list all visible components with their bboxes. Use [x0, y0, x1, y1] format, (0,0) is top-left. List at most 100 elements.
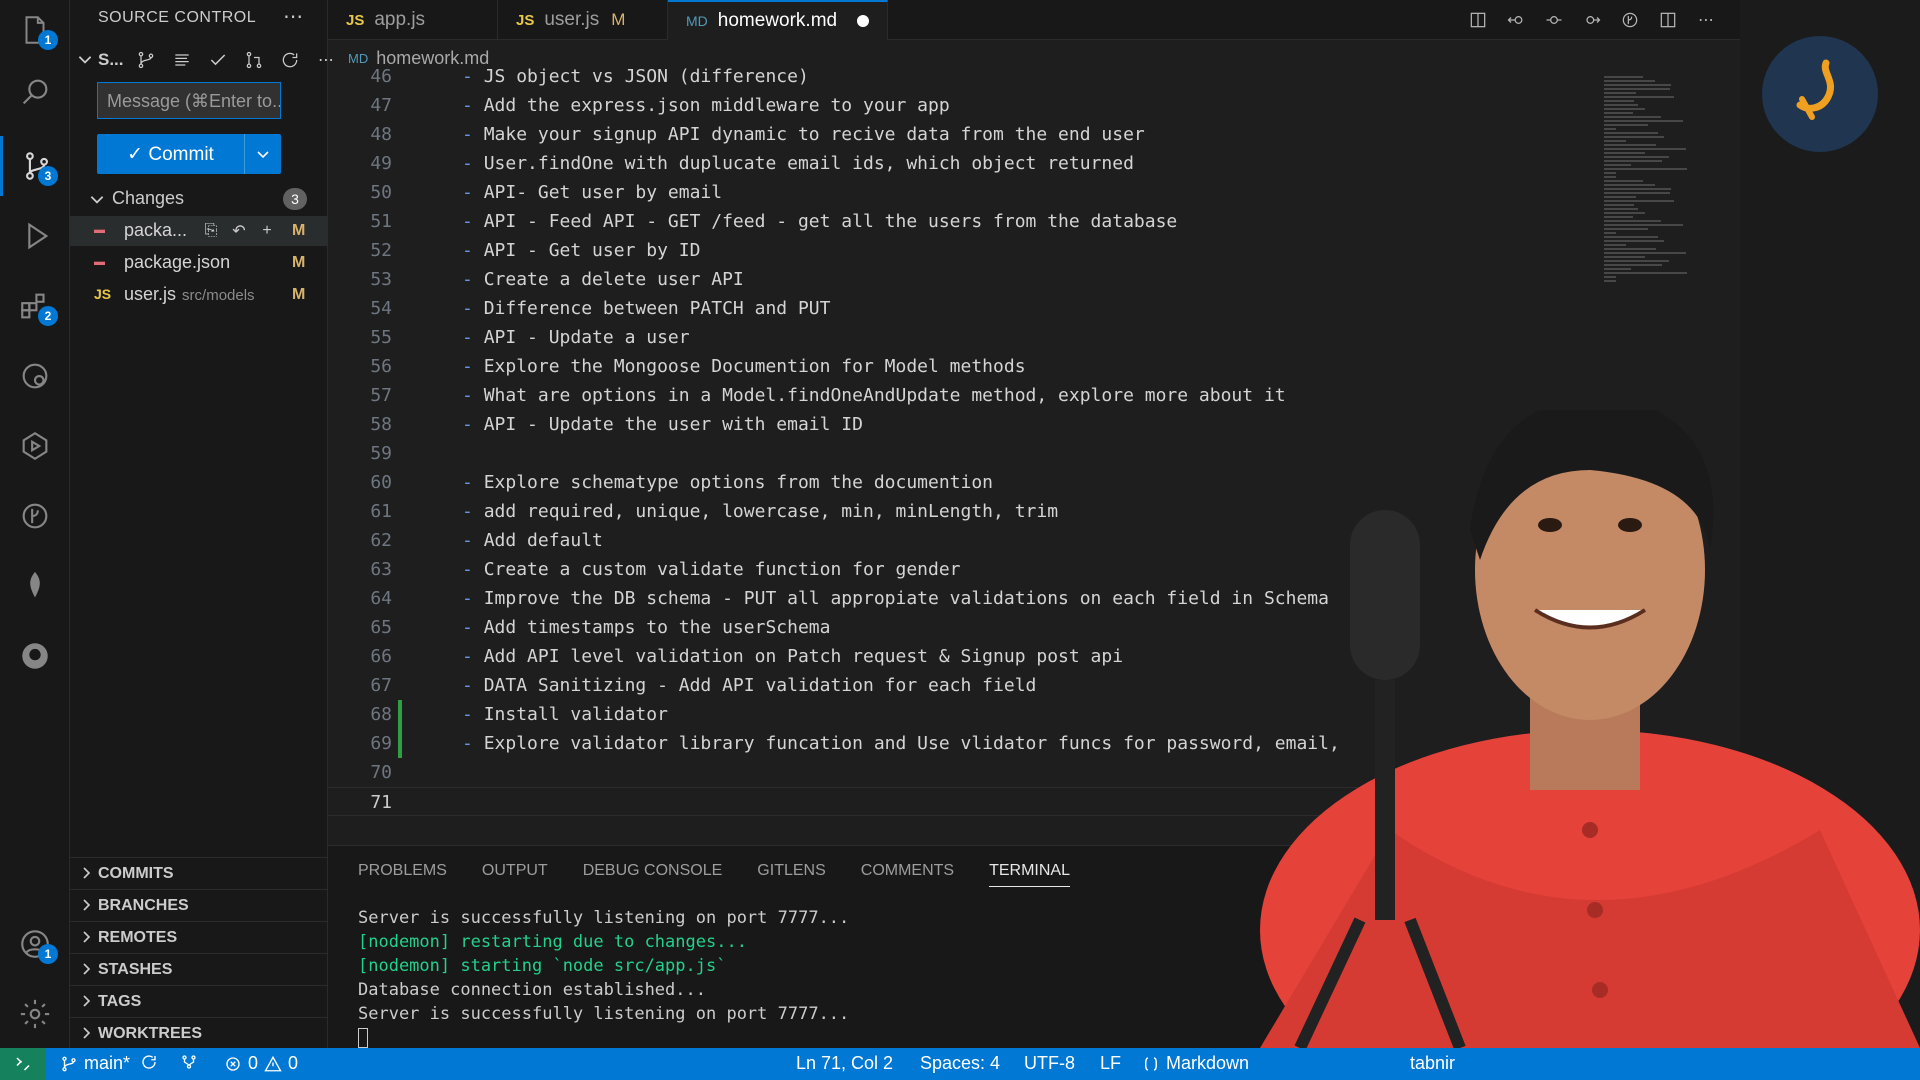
- list-bullet: -: [462, 327, 484, 348]
- minimap-line: [1604, 248, 1656, 250]
- code-line[interactable]: 48 - Make your signup API dynamic to reci…: [328, 120, 1740, 149]
- minimap-line: [1604, 156, 1670, 158]
- remote-explorer-icon[interactable]: [0, 346, 70, 406]
- editor-more-icon[interactable]: ⋯: [1692, 6, 1720, 34]
- minimap-line: [1604, 100, 1634, 102]
- tab-modified-indicator: M: [611, 10, 626, 29]
- indentation[interactable]: Spaces: 4: [920, 1053, 1000, 1074]
- git-added-gutter-marker[interactable]: [398, 729, 402, 758]
- section-remotes[interactable]: REMOTES: [70, 921, 328, 951]
- explorer-icon[interactable]: 1: [0, 0, 70, 60]
- section-commits[interactable]: COMMITS: [70, 857, 328, 887]
- settings-gear-icon[interactable]: [0, 984, 70, 1044]
- minimap-line: [1604, 172, 1616, 174]
- list-bullet: -: [462, 66, 484, 87]
- section-worktrees[interactable]: WORKTREES: [70, 1017, 328, 1047]
- tab-user-js[interactable]: JS user.js M: [498, 0, 668, 40]
- code-line[interactable]: 46 - JS object vs JSON (difference): [328, 66, 1740, 91]
- refresh-icon[interactable]: [276, 48, 304, 72]
- sync-icon[interactable]: [140, 1053, 158, 1071]
- code-line[interactable]: 54 - Difference between PATCH and PUT: [328, 294, 1740, 323]
- changes-header[interactable]: Changes 3: [70, 186, 328, 212]
- code-line[interactable]: 56 - Explore the Mongoose Documention for…: [328, 352, 1740, 381]
- changes-count-badge: 3: [283, 188, 307, 210]
- language-mode[interactable]: Markdown: [1142, 1053, 1249, 1074]
- next-change-icon[interactable]: [1578, 6, 1606, 34]
- section-stashes[interactable]: STASHES: [70, 953, 328, 983]
- code-line[interactable]: 50 - API- Get user by email: [328, 178, 1740, 207]
- panel-tab-gitlens[interactable]: GITLENS: [757, 862, 825, 887]
- list-bullet: -: [462, 269, 484, 290]
- code-line[interactable]: 55 - API - Update a user: [328, 323, 1740, 352]
- mongodb-leaf-icon[interactable]: [0, 556, 70, 616]
- panel-tab-problems[interactable]: PROBLEMS: [358, 862, 447, 887]
- open-file-icon[interactable]: ⎘: [200, 220, 222, 242]
- open-changes-icon[interactable]: [1502, 6, 1530, 34]
- code-text: - Add API level validation on Patch requ…: [462, 642, 1123, 671]
- problems-status[interactable]: 0 0: [224, 1053, 298, 1074]
- tab-homework-md[interactable]: MD homework.md: [668, 0, 888, 40]
- git-added-gutter-marker[interactable]: [398, 700, 402, 729]
- changed-file-row[interactable]: JS user.js src/models M: [70, 280, 328, 310]
- split-editor-icon[interactable]: [1654, 6, 1682, 34]
- cursor-position[interactable]: Ln 71, Col 2: [796, 1053, 893, 1074]
- section-branches[interactable]: BRANCHES: [70, 889, 328, 919]
- list-bullet: -: [462, 559, 484, 580]
- section-label: REMOTES: [98, 929, 178, 946]
- discard-changes-icon[interactable]: ↶: [228, 220, 250, 242]
- terminal-output[interactable]: Server is successfully listening on port…: [358, 906, 849, 1050]
- code-line[interactable]: 51 - API - Feed API - GET /feed - get all…: [328, 207, 1740, 236]
- github-icon[interactable]: [0, 626, 70, 686]
- panel-tab-output[interactable]: OUTPUT: [482, 862, 548, 887]
- tab-app-js[interactable]: JS app.js: [328, 0, 498, 40]
- gitlens-icon[interactable]: [0, 486, 70, 546]
- stage-changes-icon[interactable]: +: [256, 220, 278, 242]
- code-line[interactable]: 47 - Add the express.json middleware to y…: [328, 91, 1740, 120]
- commit-button[interactable]: ✓ Commit: [97, 134, 281, 174]
- previous-change-icon[interactable]: [1540, 6, 1568, 34]
- commit-message-input[interactable]: Message (⌘Enter to...: [97, 82, 281, 119]
- changed-file-row[interactable]: ▬ packa... ⎘ ↶ + M: [70, 216, 328, 246]
- gitlens-inspect-icon[interactable]: [1616, 6, 1644, 34]
- minimap-line: [1604, 264, 1662, 266]
- minimap-line: [1604, 116, 1661, 118]
- section-label: WORKTREES: [98, 1025, 202, 1042]
- encoding[interactable]: UTF-8: [1024, 1053, 1075, 1074]
- npm-icon: ▬: [94, 224, 105, 236]
- pull-request-icon[interactable]: [240, 48, 268, 72]
- code-text: - API - Get user by ID: [462, 236, 700, 265]
- branch-status[interactable]: main*: [60, 1053, 130, 1074]
- more-actions-icon[interactable]: ⋯: [283, 4, 303, 29]
- scm-repo-row[interactable]: S... ⋯: [70, 46, 334, 74]
- changed-file-row[interactable]: ▬ package.json M: [70, 248, 328, 278]
- git-graph-icon[interactable]: [180, 1053, 198, 1071]
- unsaved-dot-icon[interactable]: [857, 15, 870, 27]
- code-line[interactable]: 57 - What are options in a Model.findOneA…: [328, 381, 1740, 410]
- commit-check-icon[interactable]: [204, 48, 232, 72]
- tabnine-status[interactable]: tabnir: [1410, 1053, 1455, 1074]
- remote-indicator-icon[interactable]: [0, 1048, 46, 1080]
- branch-icon[interactable]: [132, 48, 160, 72]
- code-text: - API - Update a user: [462, 323, 690, 352]
- section-label: BRANCHES: [98, 897, 189, 914]
- panel-tab-terminal[interactable]: TERMINAL: [989, 862, 1070, 887]
- open-preview-icon[interactable]: [1464, 6, 1492, 34]
- code-line[interactable]: 52 - API - Get user by ID: [328, 236, 1740, 265]
- section-tags[interactable]: TAGS: [70, 985, 328, 1015]
- commit-dropdown-chevron-icon[interactable]: [245, 134, 281, 174]
- accounts-icon[interactable]: 1: [0, 914, 70, 974]
- code-line[interactable]: 49 - User.findOne with duplucate email id…: [328, 149, 1740, 178]
- run-debug-icon[interactable]: [0, 206, 70, 266]
- source-control-icon[interactable]: 3: [0, 136, 70, 196]
- line-text: Add default: [483, 530, 603, 551]
- view-as-list-icon[interactable]: [168, 48, 196, 72]
- search-icon[interactable]: [0, 62, 70, 122]
- testing-icon[interactable]: [0, 416, 70, 476]
- panel-tab-comments[interactable]: COMMENTS: [861, 862, 954, 887]
- end-of-line[interactable]: LF: [1100, 1053, 1121, 1074]
- minimap[interactable]: [1604, 76, 1694, 282]
- code-line[interactable]: 53 - Create a delete user API: [328, 265, 1740, 294]
- extensions-icon[interactable]: 2: [0, 276, 70, 336]
- panel-tab-debug-console[interactable]: DEBUG CONSOLE: [583, 862, 723, 887]
- commit-button-label[interactable]: ✓ Commit: [97, 134, 245, 174]
